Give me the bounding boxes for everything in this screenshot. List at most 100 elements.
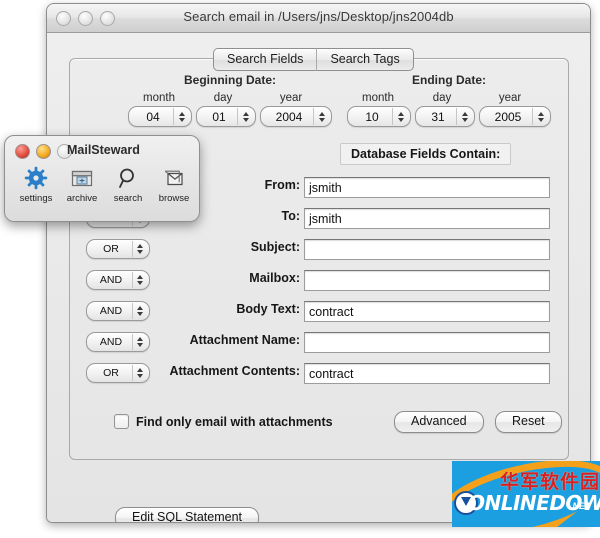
ending-date-headers: month day year: [347, 92, 551, 104]
attachments-only-label: Find only email with attachments: [136, 414, 333, 429]
window-titlebar[interactable]: Search email in /Users/jns/Desktop/jns20…: [47, 4, 590, 33]
envelope-icon: [151, 164, 197, 190]
beginning-day-header: day: [213, 92, 233, 104]
palette-traffic-lights: [15, 144, 72, 159]
mailsteward-palette-window: MailSteward settings archive search brow…: [4, 135, 200, 222]
ending-day-stepper[interactable]: 31: [415, 106, 475, 127]
palette-label-browse: browse: [158, 193, 190, 204]
mailbox-input[interactable]: [304, 270, 550, 291]
subject-input[interactable]: [304, 239, 550, 260]
stepper-arrows-icon[interactable]: [392, 108, 408, 125]
stepper-arrows-icon[interactable]: [132, 303, 147, 319]
attachment-contents-condition-value: OR: [103, 367, 119, 379]
palette-label-search: search: [113, 193, 143, 204]
palette-close-button-icon[interactable]: [15, 144, 30, 159]
attachment-contents-label: Attachment Contents:: [169, 364, 300, 378]
beginning-day-stepper[interactable]: 01: [196, 106, 256, 127]
beginning-date-headers: month day year: [128, 92, 332, 104]
ending-day-value: 31: [431, 109, 445, 124]
tab-search-tags[interactable]: Search Tags: [316, 48, 414, 71]
beginning-date-group: Beginning Date: month day year 04 01 200…: [128, 73, 332, 127]
stepper-arrows-icon[interactable]: [173, 108, 189, 125]
mailbox-condition-value: AND: [99, 274, 123, 286]
stepper-arrows-icon[interactable]: [313, 108, 329, 125]
mailbox-label: Mailbox:: [249, 271, 300, 285]
watermark-tld-text: .NET: [570, 501, 591, 511]
to-label: To:: [281, 209, 300, 223]
field-row-attachment-contents: OR Attachment Contents: contract: [70, 363, 568, 385]
palette-label-archive: archive: [66, 193, 98, 204]
beginning-year-header: year: [279, 92, 303, 104]
field-row-subject: OR Subject:: [70, 239, 568, 261]
attachment-name-condition-select[interactable]: AND: [86, 332, 150, 352]
attachments-only-checkbox[interactable]: [114, 414, 129, 429]
stepper-arrows-icon[interactable]: [132, 241, 147, 257]
palette-label-settings: settings: [19, 193, 53, 204]
attachments-only-checkbox-row[interactable]: Find only email with attachments: [114, 414, 333, 429]
ending-date-title: Ending Date:: [412, 73, 486, 87]
ending-month-header: month: [362, 92, 394, 104]
reset-button[interactable]: Reset: [495, 411, 562, 433]
watermark-chinese-text: 华军软件园: [500, 471, 600, 493]
beginning-date-steppers: 04 01 2004: [128, 106, 332, 127]
stepper-arrows-icon[interactable]: [132, 365, 147, 381]
search-window: Search email in /Users/jns/Desktop/jns20…: [46, 3, 591, 523]
stepper-arrows-icon[interactable]: [532, 108, 548, 125]
body-text-condition-value: AND: [99, 305, 123, 317]
window-title: Search email in /Users/jns/Desktop/jns20…: [183, 9, 454, 24]
edit-sql-statement-button[interactable]: Edit SQL Statement: [115, 507, 260, 522]
ending-month-stepper[interactable]: 10: [347, 106, 411, 127]
watermark-overlay: 华军软件园 ONLINEDOWN .NET: [452, 461, 600, 527]
mailbox-condition-select[interactable]: AND: [86, 270, 150, 290]
subject-label: Subject:: [250, 240, 300, 254]
body-text-condition-select[interactable]: AND: [86, 301, 150, 321]
window-body: Search Fields Search Tags Beginning Date…: [47, 33, 590, 522]
beginning-month-value: 04: [146, 109, 160, 124]
body-text-label: Body Text:: [236, 302, 300, 316]
attachment-contents-condition-select[interactable]: OR: [86, 363, 150, 383]
beginning-month-stepper[interactable]: 04: [128, 106, 192, 127]
ending-day-header: day: [432, 92, 452, 104]
from-value: jsmith: [309, 181, 342, 195]
stepper-arrows-icon[interactable]: [132, 272, 147, 288]
from-label: From:: [264, 178, 300, 192]
beginning-month-header: month: [143, 92, 175, 104]
palette-minimize-button-icon[interactable]: [36, 144, 51, 159]
field-row-attachment-name: AND Attachment Name:: [70, 332, 568, 354]
stepper-arrows-icon[interactable]: [132, 334, 147, 350]
beginning-year-stepper[interactable]: 2004: [260, 106, 332, 127]
search-fields-panel: Beginning Date: month day year 04 01 200…: [69, 58, 569, 460]
palette-item-search[interactable]: search: [105, 164, 151, 204]
ending-date-group: Ending Date: month day year 10 31 2005: [347, 73, 551, 127]
attachment-contents-input[interactable]: contract: [304, 363, 550, 384]
ending-month-value: 10: [365, 109, 379, 124]
palette-item-archive[interactable]: archive: [59, 164, 105, 204]
from-input[interactable]: jsmith: [304, 177, 550, 198]
body-text-value: contract: [309, 305, 354, 319]
stepper-arrows-icon[interactable]: [237, 108, 253, 125]
field-row-mailbox: AND Mailbox:: [70, 270, 568, 292]
subject-value: [305, 240, 549, 241]
to-value: jsmith: [309, 212, 342, 226]
beginning-date-title: Beginning Date:: [184, 73, 276, 87]
stepper-arrows-icon[interactable]: [456, 108, 472, 125]
attachment-name-input[interactable]: [304, 332, 550, 353]
attachment-name-label: Attachment Name:: [189, 333, 300, 347]
palette-item-browse[interactable]: browse: [151, 164, 197, 204]
archive-box-icon: [59, 164, 105, 190]
magnifier-icon: [105, 164, 151, 190]
mailbox-value: [305, 271, 549, 272]
gear-icon: [13, 164, 59, 190]
tab-search-fields[interactable]: Search Fields: [213, 48, 317, 71]
subject-condition-select[interactable]: OR: [86, 239, 150, 259]
to-input[interactable]: jsmith: [304, 208, 550, 229]
ending-year-stepper[interactable]: 2005: [479, 106, 551, 127]
beginning-day-value: 01: [212, 109, 226, 124]
ending-date-steppers: 10 31 2005: [347, 106, 551, 127]
field-row-body-text: AND Body Text: contract: [70, 301, 568, 323]
advanced-button[interactable]: Advanced: [394, 411, 484, 433]
palette-item-settings[interactable]: settings: [13, 164, 59, 204]
ending-year-value: 2005: [494, 109, 522, 124]
body-text-input[interactable]: contract: [304, 301, 550, 322]
tab-bar: Search Fields Search Tags: [213, 48, 414, 71]
